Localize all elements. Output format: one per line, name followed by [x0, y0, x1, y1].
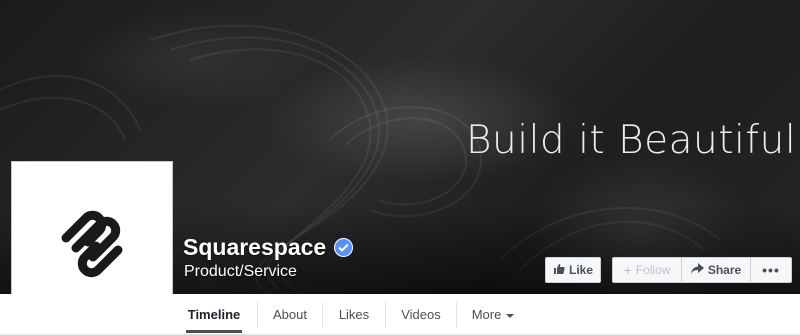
like-label: Like — [568, 263, 593, 277]
tab-about[interactable]: About — [258, 294, 322, 335]
tab-label: More — [471, 307, 502, 322]
plus-icon: + — [623, 262, 632, 278]
tab-likes[interactable]: Likes — [323, 294, 385, 335]
like-button[interactable]: Like — [545, 257, 601, 283]
tab-label: Videos — [401, 307, 441, 322]
caret-down-icon — [506, 313, 515, 318]
more-options-button[interactable]: ••• — [751, 257, 792, 283]
share-arrow-icon — [690, 263, 704, 277]
tab-more[interactable]: More — [457, 294, 529, 335]
share-button[interactable]: Share — [682, 257, 751, 283]
page-name-text: Squarespace — [183, 234, 327, 260]
page-category[interactable]: Product/Service — [184, 263, 297, 281]
cover-tagline: Build it Beautiful. — [466, 118, 800, 163]
more-options-label: ••• — [762, 262, 780, 278]
share-label: Share — [707, 263, 742, 277]
verified-badge-icon — [334, 238, 354, 257]
follow-label: Follow — [635, 263, 671, 277]
tab-label: Likes — [338, 307, 370, 322]
page-name[interactable]: Squarespace — [183, 234, 354, 261]
tab-label: Timeline — [187, 307, 241, 322]
page-nav-tabs: Timeline About Likes Videos More — [0, 294, 800, 335]
tab-timeline[interactable]: Timeline — [186, 294, 242, 335]
thumbs-up-icon — [553, 263, 565, 278]
tab-label: About — [273, 307, 307, 322]
tab-videos[interactable]: Videos — [386, 294, 456, 335]
follow-button[interactable]: + Follow — [612, 257, 682, 283]
